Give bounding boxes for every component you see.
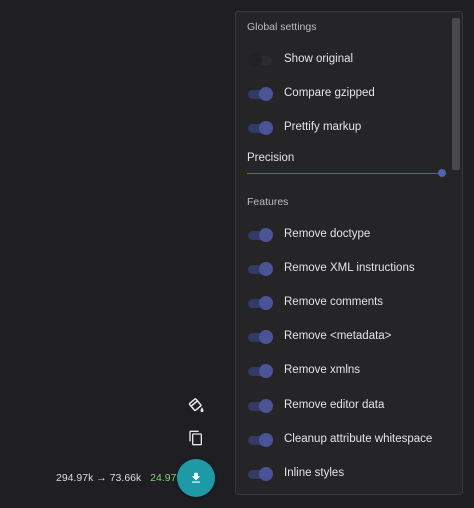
settings-panel: Global settings Show original Compare gz…	[235, 11, 463, 495]
original-size: 294.97k	[56, 472, 94, 484]
panel-scrollbar[interactable]	[452, 18, 460, 170]
toggle-row-remove-xmlns[interactable]: Remove xmlns	[236, 357, 451, 385]
toggle-switch[interactable]	[248, 228, 273, 242]
copy-icon	[189, 430, 202, 446]
toggle-label: Show original	[284, 53, 354, 65]
toggle-switch[interactable]	[248, 399, 273, 413]
toggle-row-show-original[interactable]: Show original	[236, 46, 451, 74]
download-button[interactable]	[177, 459, 215, 497]
toggle-switch[interactable]	[248, 330, 273, 344]
slider-track	[247, 173, 444, 174]
toggle-switch[interactable]	[248, 87, 273, 101]
toggle-label: Remove doctype	[284, 228, 371, 240]
toggle-switch[interactable]	[248, 364, 273, 378]
toggle-switch[interactable]	[248, 467, 273, 481]
toggle-row-remove-comments[interactable]: Remove comments	[236, 289, 451, 317]
toggle-label: Remove <metadata>	[284, 330, 392, 342]
toggle-label: Remove XML instructions	[284, 262, 415, 274]
toggle-label: Compare gzipped	[284, 87, 375, 99]
toggle-row-remove-editor-data[interactable]: Remove editor data	[236, 392, 451, 420]
toggle-label: Remove comments	[284, 296, 384, 308]
slider-thumb[interactable]	[438, 169, 446, 177]
toggle-switch[interactable]	[248, 433, 273, 447]
toggle-row-remove-doctype[interactable]: Remove doctype	[236, 221, 451, 249]
paint-bucket-icon	[188, 398, 204, 413]
toggle-row-compare-gzipped[interactable]: Compare gzipped	[236, 80, 451, 108]
size-stats: 294.97k → 73.66k 24.97%	[56, 472, 186, 484]
copy-button[interactable]	[184, 426, 208, 450]
precision-slider[interactable]	[247, 169, 446, 178]
features-title: Features	[247, 196, 289, 208]
toggle-switch[interactable]	[248, 296, 273, 310]
toggle-switch[interactable]	[248, 53, 272, 67]
paint-bucket-button[interactable]	[184, 393, 208, 417]
toggle-label: Prettify markup	[284, 121, 362, 133]
toggle-switch[interactable]	[248, 121, 273, 135]
precision-label: Precision	[247, 152, 295, 164]
toggle-row-inline-styles[interactable]: Inline styles	[236, 460, 451, 488]
toggle-label: Remove editor data	[284, 399, 385, 411]
toggle-row-remove-xml-instructions[interactable]: Remove XML instructions	[236, 255, 451, 283]
toggle-switch[interactable]	[248, 262, 273, 276]
toggle-row-remove-metadata[interactable]: Remove <metadata>	[236, 323, 451, 351]
toggle-label: Remove xmlns	[284, 364, 361, 376]
app: Global settings Show original Compare gz…	[0, 0, 474, 508]
download-icon	[191, 472, 201, 483]
arrow-icon: →	[96, 472, 107, 484]
toggle-label: Inline styles	[284, 467, 345, 479]
toggle-row-cleanup-attribute-whitespace[interactable]: Cleanup attribute whitespace	[236, 426, 451, 454]
global-settings-title: Global settings	[247, 21, 317, 33]
optimized-size: 73.66k	[109, 472, 142, 484]
toggle-row-prettify-markup[interactable]: Prettify markup	[236, 114, 451, 142]
toggle-label: Cleanup attribute whitespace	[284, 433, 433, 445]
